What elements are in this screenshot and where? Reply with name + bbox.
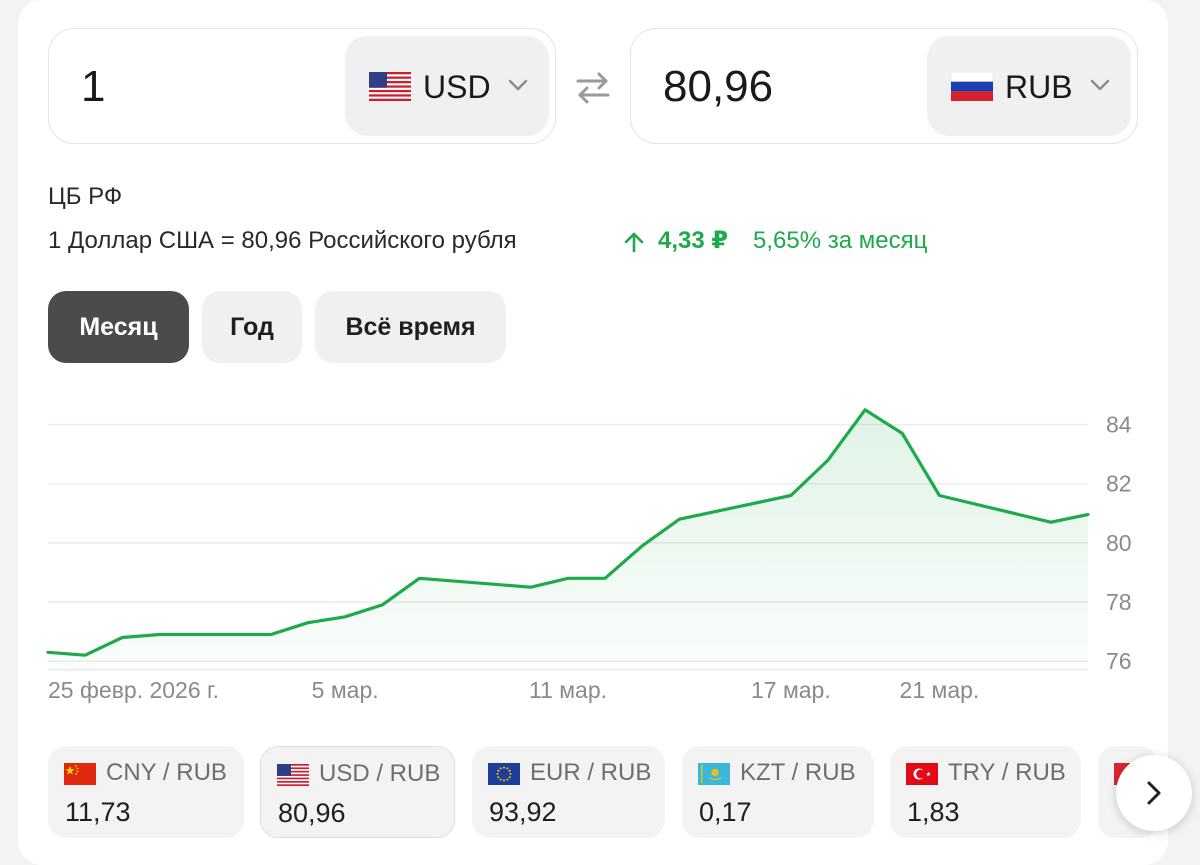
from-currency-code: USD [423,69,491,105]
to-amount-input[interactable]: 80,96 [663,61,773,113]
arrow-up-icon [624,232,644,253]
kazakhstan-flag-icon [698,763,730,785]
from-amount-box[interactable]: 1 USD [48,28,556,144]
pair-eur-rub[interactable]: EUR / RUB 93,92 [472,746,665,838]
from-currency-select[interactable]: USD [345,36,549,136]
turkey-flag-icon [906,763,938,785]
pair-value: 11,73 [65,797,131,827]
russia-flag-icon [951,72,993,101]
pair-try-rub[interactable]: TRY / RUB 1,83 [890,746,1081,838]
rate-text: 1 Доллар США = 80,96 Российского рубля [48,227,517,254]
pair-kzt-rub[interactable]: KZT / RUB 0,17 [682,746,874,838]
x-tick-label: 5 мар. [312,677,379,703]
x-tick-label: 17 мар. [751,677,831,703]
from-amount-input[interactable]: 1 [81,61,105,113]
tab-month[interactable]: Месяц [48,291,189,363]
chevron-right-icon [1147,781,1161,805]
rate-line: 1 Доллар США = 80,96 Российского рубля 4… [48,226,927,258]
rate-change-percent: 5,65% за месяц [753,227,928,254]
china-flag-icon [64,763,96,785]
pair-usd-rub[interactable]: USD / RUB 80,96 [260,746,455,838]
x-tick-label: 11 мар. [529,677,607,703]
rate-source: ЦБ РФ [48,183,123,210]
tab-year[interactable]: Год [202,291,302,363]
y-tick-label: 80 [1106,530,1132,556]
chevron-down-icon [508,79,528,91]
rate-change-absolute: 4,33 ₽ [658,227,729,254]
x-tick-label: 21 мар. [900,677,980,703]
pair-name: USD / RUB [319,760,441,787]
to-amount-box[interactable]: 80,96 RUB [630,28,1138,144]
series-area [48,409,1088,670]
chevron-down-icon [1090,79,1110,91]
pair-name: KZT / RUB [740,759,856,786]
y-tick-label: 82 [1106,471,1132,497]
pair-cny-rub[interactable]: CNY / RUB 11,73 [48,746,244,838]
pair-name: CNY / RUB [106,759,227,786]
to-currency-select[interactable]: RUB [927,36,1131,136]
pair-value: 0,17 [699,797,752,827]
y-tick-label: 76 [1106,648,1132,674]
swap-icon[interactable] [574,70,612,106]
pair-value: 1,83 [907,797,960,827]
y-tick-label: 84 [1106,412,1132,438]
y-tick-label: 78 [1106,589,1132,615]
eu-flag-icon [488,763,520,785]
pair-value: 80,96 [278,798,346,828]
pair-name: EUR / RUB [530,759,652,786]
usa-flag-icon [277,764,309,786]
tab-all-time[interactable]: Всё время [315,291,506,363]
pair-value: 93,92 [489,797,557,827]
next-pairs-button[interactable] [1116,755,1192,831]
x-tick-label: 25 февр. 2026 г. [48,677,219,703]
to-currency-code: RUB [1005,69,1073,105]
usa-flag-icon [369,72,411,101]
pair-name: TRY / RUB [948,759,1066,786]
rate-chart[interactable]: 84 82 80 78 76 25 февр. 2026 г. 5 мар. 11 мар.… [0,380,1200,710]
